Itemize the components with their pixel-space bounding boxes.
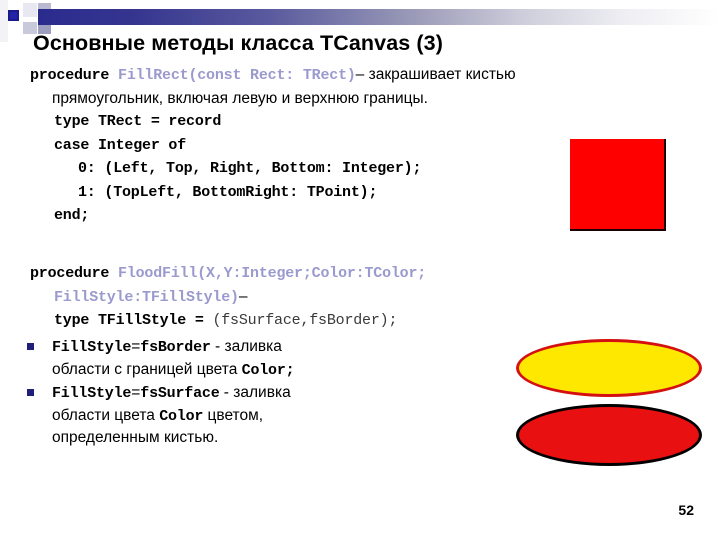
trect-case-1-line: 1: (TopLeft, BottomRight: TPoint); (78, 183, 378, 201)
bullet-list: FillStyle=fsBorder - заливка области с г… (24, 336, 295, 450)
page-title: Основные методы класса TCanvas (3) (33, 31, 443, 55)
header-gradient-bar (38, 9, 720, 25)
list-item: FillStyle=fsSurface - заливка области цв… (24, 382, 294, 449)
trect-end-line: end; (54, 207, 90, 224)
procedure-keyword-2: procedure (30, 265, 110, 282)
list-item: FillStyle=fsBorder - заливка области с г… (24, 336, 295, 381)
header-deco-square-light (23, 3, 37, 17)
fillrect-signature-line: procedure FillRect(const Rect: TRect)– з… (30, 64, 516, 88)
bullet-2-line-1: FillStyle=fsSurface - заливка (52, 384, 291, 402)
bullet-2-line-2: области цвета Color цветом, (52, 406, 264, 425)
floodfill-signature-cont: FillStyle:TFillStyle)– (54, 287, 248, 306)
procedure-keyword: procedure (30, 67, 110, 84)
tfillstyle-type-line: type TFillStyle = (fsSurface,fsBorder); (54, 312, 398, 329)
trect-case-line: case Integer of (54, 136, 187, 154)
page-number: 52 (678, 502, 694, 518)
code-block-floodfill: procedure FloodFill(X,Y:Integer;Color:TC… (30, 262, 426, 333)
bullet-1-line-1: FillStyle=fsBorder - заливка (52, 338, 282, 356)
red-rectangle-shape (570, 139, 666, 231)
red-ellipse-shape (516, 404, 702, 466)
floodfill-signature-line: procedure FloodFill(X,Y:Integer;Color:TC… (30, 262, 426, 286)
square-bullet-icon (27, 343, 34, 350)
header-deco-square-navy-inner (10, 12, 17, 19)
square-bullet-icon (27, 389, 34, 396)
code-block-fillrect: procedure FillRect(const Rect: TRect)– з… (30, 64, 516, 228)
floodfill-signature: FloodFill(X,Y:Integer;Color:TColor; (118, 265, 427, 282)
trect-case-0-line: 0: (Left, Top, Right, Bottom: Integer); (78, 160, 422, 177)
floodfill-dash: – (238, 287, 248, 305)
fillrect-description-cont: прямоугольник, включая левую и верхнюю г… (52, 89, 428, 107)
yellow-ellipse-shape (516, 339, 702, 397)
bullet-2-line-3: определенным кистью. (52, 429, 219, 446)
presentation-slide: Основные методы класса TCanvas (3) proce… (0, 0, 720, 540)
fillrect-description: – закрашивает кистью (355, 66, 516, 83)
trect-type-line: type TRect = record (54, 113, 222, 130)
bullet-1-line-2: области с границей цвета Color; (52, 360, 295, 379)
fillrect-signature: FillRect(const Rect: TRect) (118, 67, 356, 84)
header-deco-stripe (0, 0, 8, 42)
